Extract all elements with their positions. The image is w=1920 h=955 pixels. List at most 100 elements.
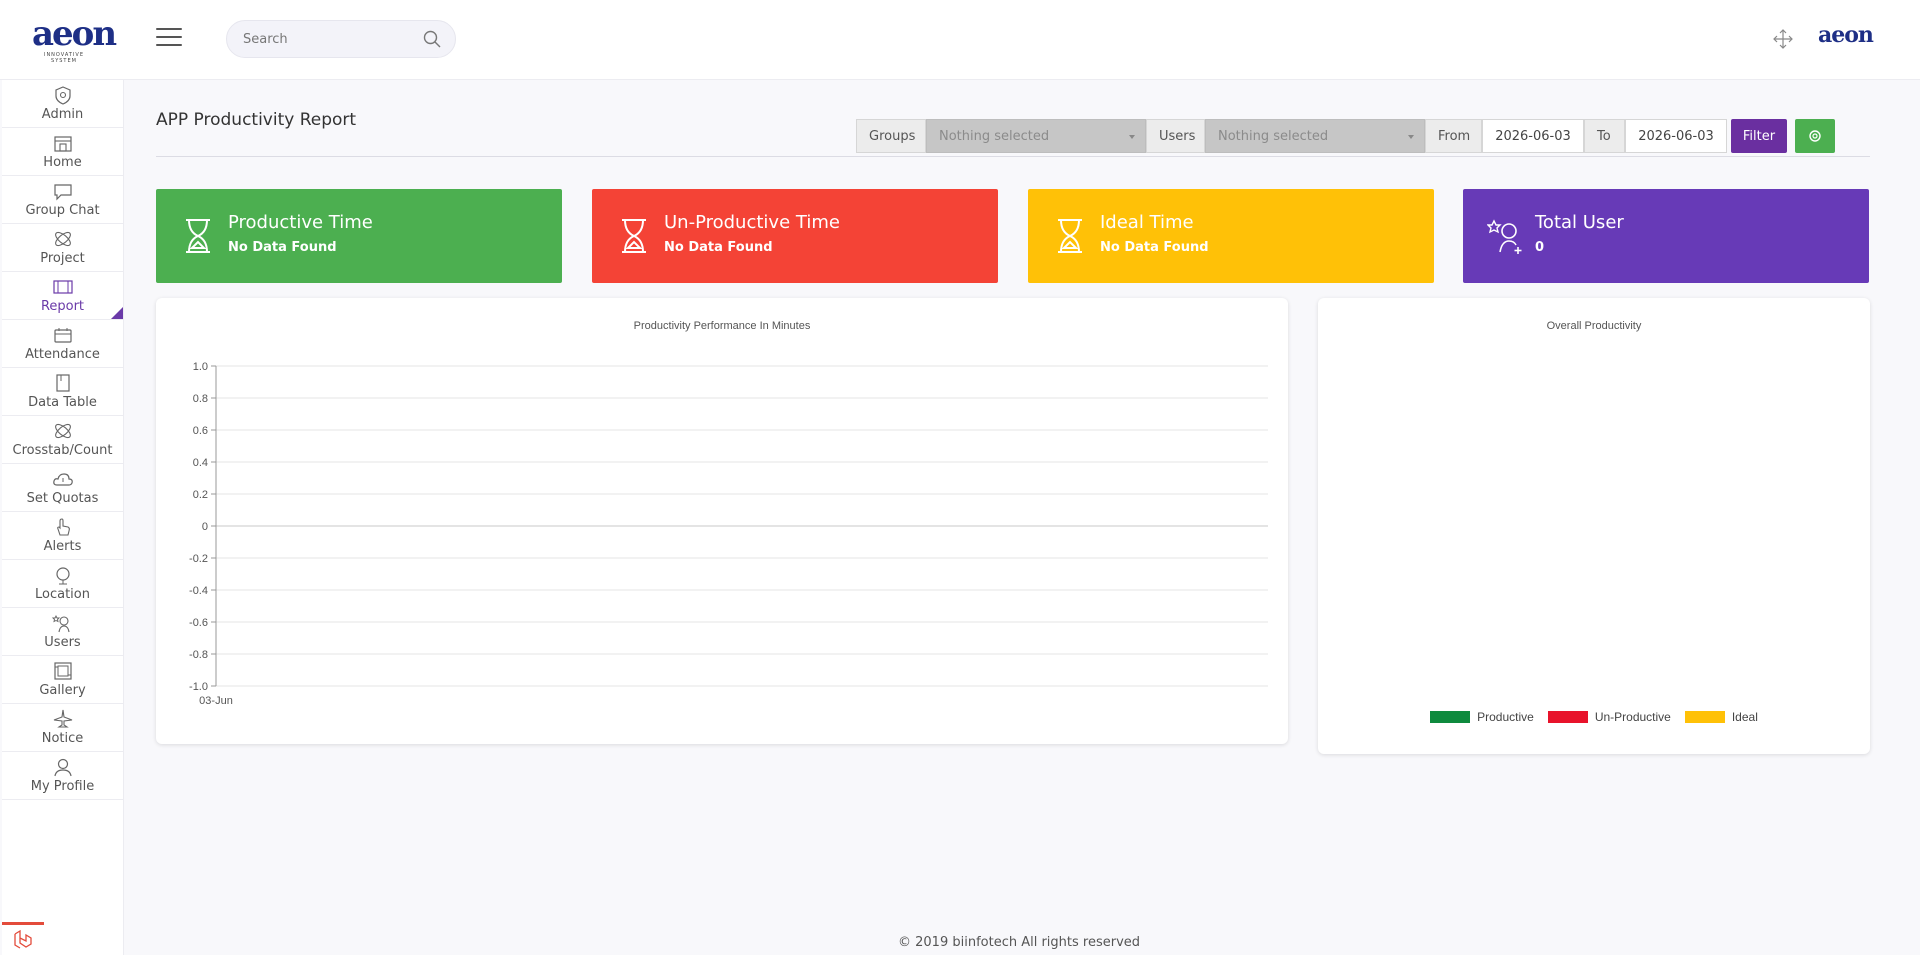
stat-card-productive-time: Productive Time No Data Found — [156, 189, 562, 283]
sidebar-item-home[interactable]: Home — [2, 128, 123, 176]
attendance-icon — [53, 328, 72, 343]
title-divider — [156, 156, 1870, 157]
plane-icon — [53, 709, 72, 728]
y-tick-label: -1.0 — [189, 681, 208, 693]
pie-legend: Productive Un-Productive Ideal — [1318, 710, 1870, 724]
menu-toggle-icon[interactable] — [156, 28, 182, 48]
sidebar-item-label: Set Quotas — [26, 491, 99, 506]
refresh-icon — [1809, 130, 1821, 142]
search-icon[interactable] — [423, 30, 441, 48]
stat-card-value: No Data Found — [228, 240, 337, 255]
laravel-icon[interactable] — [2, 922, 44, 955]
y-tick-label: 1.0 — [193, 361, 208, 373]
stat-card-value: No Data Found — [664, 240, 773, 255]
y-tick-label: 0.4 — [193, 457, 208, 469]
sidebar-item-label: Notice — [41, 731, 84, 746]
sidebar-item-admin[interactable]: Admin — [2, 80, 123, 128]
sidebar-item-my-profile[interactable]: My Profile — [2, 752, 123, 800]
sidebar-item-users[interactable]: Users — [2, 608, 123, 656]
sidebar-item-gallery[interactable]: Gallery — [2, 656, 123, 704]
stat-card-title: Total User — [1535, 212, 1624, 233]
users-icon — [1487, 219, 1522, 254]
crosstab-icon — [54, 423, 71, 439]
sidebar-item-group-chat[interactable]: Group Chat — [2, 176, 123, 224]
sidebar-item-label: Project — [40, 251, 85, 266]
hourglass-icon — [622, 219, 646, 253]
sidebar-item-label: Location — [35, 587, 90, 602]
legend-label: Ideal — [1731, 710, 1758, 724]
x-tick-label: 03-Jun — [199, 695, 233, 707]
hourglass-icon — [1058, 219, 1082, 253]
legend-item-un-productive[interactable]: Un-Productive — [1547, 710, 1671, 724]
y-tick-label: -0.2 — [189, 553, 208, 565]
stat-card-title: Productive Time — [228, 212, 373, 233]
stat-card-title: Ideal Time — [1100, 212, 1194, 233]
cloud-icon — [52, 473, 73, 486]
refresh-button[interactable] — [1795, 119, 1835, 153]
admin-icon — [54, 86, 71, 105]
hand-icon — [56, 518, 70, 536]
caret-down-icon — [1408, 135, 1414, 139]
filter-button[interactable]: Filter — [1731, 119, 1787, 153]
stat-card-un-productive-time: Un-Productive Time No Data Found — [592, 189, 998, 283]
sidebar-item-alerts[interactable]: Alerts — [2, 512, 123, 560]
groups-filter: Groups Nothing selected — [856, 119, 1146, 153]
y-tick-label: 0 — [202, 521, 208, 533]
caret-down-icon — [1129, 135, 1135, 139]
home-icon — [53, 136, 72, 152]
legend-swatch — [1547, 711, 1588, 723]
groups-select[interactable]: Nothing selected — [926, 119, 1146, 153]
legend-label: Un-Productive — [1594, 710, 1671, 724]
sidebar-item-label: My Profile — [30, 779, 95, 794]
globe-icon — [55, 567, 70, 585]
report-icon — [52, 280, 73, 294]
sidebar-item-project[interactable]: Project — [2, 224, 123, 272]
stat-card-title: Un-Productive Time — [664, 212, 840, 233]
y-tick-label: 0.6 — [193, 425, 208, 437]
to-date-input[interactable]: 2026-06-03 — [1625, 119, 1727, 153]
sidebar-item-report[interactable]: Report — [2, 272, 123, 320]
users-select[interactable]: Nothing selected — [1205, 119, 1425, 153]
sidebar-item-attendance[interactable]: Attendance — [2, 320, 123, 368]
chat-icon — [53, 184, 72, 201]
y-tick-label: -0.6 — [189, 617, 208, 629]
y-tick-label: 0.2 — [193, 489, 208, 501]
stat-card-ideal-time: Ideal Time No Data Found — [1028, 189, 1434, 283]
legend-item-ideal[interactable]: Ideal — [1684, 710, 1758, 724]
profile-icon — [53, 758, 72, 777]
sidebar: Admin Home Group Chat Project Report Attendan… — [2, 80, 124, 955]
sidebar-item-label: Admin — [41, 107, 84, 122]
page-title: APP Productivity Report — [156, 110, 357, 130]
sidebar-item-location[interactable]: Location — [2, 560, 123, 608]
from-date-filter: From 2026-06-03 — [1425, 119, 1584, 153]
app-logo[interactable]: aeon INNOVATIVE SYSTEM — [32, 14, 117, 66]
sidebar-item-label: Attendance — [25, 347, 100, 362]
from-label: From — [1425, 119, 1482, 153]
stat-card-value: No Data Found — [1100, 240, 1209, 255]
users-label: Users — [1146, 119, 1205, 153]
top-bar: aeon INNOVATIVE SYSTEM aeon — [0, 0, 1920, 80]
legend-swatch — [1684, 711, 1725, 723]
users-icon — [51, 614, 70, 633]
fullscreen-icon[interactable] — [1772, 28, 1794, 50]
sidebar-item-label: Group Chat — [25, 203, 100, 218]
productivity-line-chart: 1.0 0.8 0.6 0.4 0.2 0 -0.2 -0.4 -0.6 -0.8 -1.0 03-J… — [189, 361, 1268, 707]
to-label: To — [1584, 119, 1625, 153]
search-box — [226, 20, 456, 58]
user-avatar[interactable]: aeon — [1818, 22, 1874, 48]
groups-label: Groups — [856, 119, 926, 153]
sidebar-item-data-table[interactable]: Data Table — [2, 368, 123, 416]
legend-label: Productive — [1477, 710, 1534, 724]
project-icon — [54, 231, 71, 247]
sidebar-item-label: Alerts — [43, 539, 82, 554]
search-input[interactable] — [243, 21, 413, 57]
from-date-input[interactable]: 2026-06-03 — [1482, 119, 1584, 153]
sidebar-item-notice[interactable]: Notice — [2, 704, 123, 752]
sidebar-item-set-quotas[interactable]: Set Quotas — [2, 464, 123, 512]
legend-item-productive[interactable]: Productive — [1430, 710, 1534, 724]
sidebar-item-crosstab-count[interactable]: Crosstab/Count — [2, 416, 123, 464]
users-select-value: Nothing selected — [1218, 128, 1329, 144]
y-tick-label: 0.8 — [193, 393, 208, 405]
sidebar-item-label: Home — [43, 155, 82, 170]
footer-copyright: © 2019 biinfotech All rights reserved — [898, 935, 1141, 950]
